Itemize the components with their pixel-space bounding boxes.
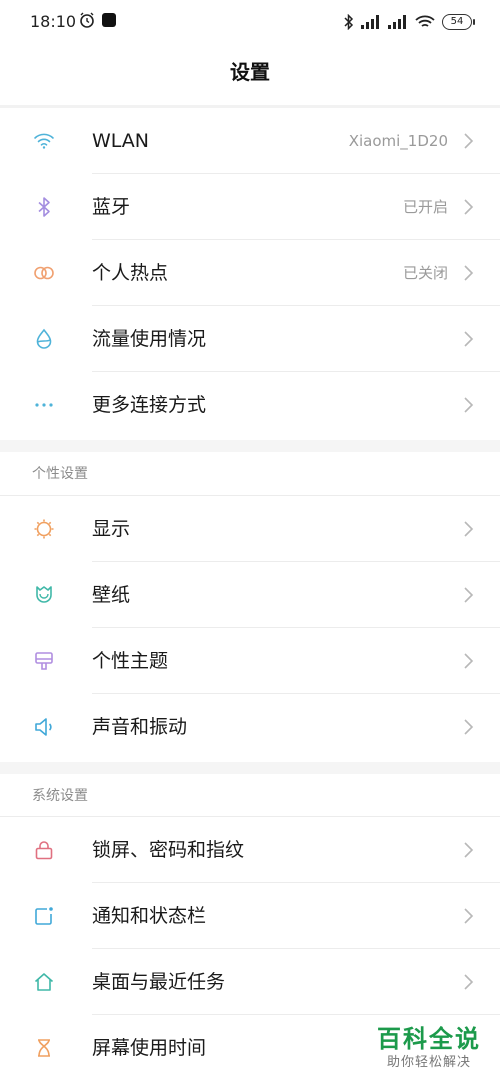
- settings-item-label: 显示: [92, 518, 131, 540]
- hotspot-icon: [34, 266, 54, 280]
- settings-item-label: 个人热点: [92, 262, 169, 284]
- chevron-right-icon: [464, 974, 474, 990]
- data-usage-icon: [36, 328, 52, 349]
- home-icon: [34, 973, 54, 991]
- settings-item-display[interactable]: 显示: [0, 496, 500, 562]
- settings-item-label: 个性主题: [92, 650, 169, 672]
- settings-item-label: 壁纸: [92, 584, 131, 606]
- status-time: 18:10: [30, 12, 77, 31]
- chevron-right-icon: [464, 331, 474, 347]
- chevron-right-icon: [464, 842, 474, 858]
- settings-item-hotspot[interactable]: 个人热点 已关闭: [0, 240, 500, 306]
- more-dots-icon: [35, 403, 53, 407]
- bluetooth-status-icon: [344, 14, 354, 30]
- settings-item-data-usage[interactable]: 流量使用情况: [0, 306, 500, 372]
- sound-icon: [35, 718, 52, 736]
- chevron-right-icon: [464, 587, 474, 603]
- settings-item-wlan[interactable]: WLAN Xiaomi_1D20: [0, 108, 500, 174]
- watermark-logo: 百科全说 助你轻松解决: [374, 1024, 484, 1072]
- chevron-right-icon: [464, 521, 474, 537]
- battery-indicator: 54: [442, 14, 475, 30]
- settings-item-label: 流量使用情况: [92, 328, 207, 350]
- settings-item-label: WLAN: [92, 130, 150, 152]
- signal-icon-2: [388, 15, 406, 29]
- settings-item-label: 通知和状态栏: [92, 905, 207, 927]
- settings-item-label: 蓝牙: [92, 196, 131, 218]
- settings-item-bluetooth[interactable]: 蓝牙 已开启: [0, 174, 500, 240]
- notification-icon: [35, 907, 53, 925]
- bluetooth-icon: [38, 197, 50, 217]
- hourglass-icon: [38, 1039, 50, 1057]
- status-bar: 18:10 54: [0, 0, 500, 44]
- alarm-icon: [80, 12, 94, 28]
- settings-item-wallpaper[interactable]: 壁纸: [0, 562, 500, 628]
- settings-item-label: 声音和振动: [92, 716, 188, 738]
- settings-item-label: 屏幕使用时间: [92, 1037, 207, 1059]
- settings-item-value: 已关闭: [402, 264, 448, 282]
- display-icon: [34, 519, 54, 539]
- page-title: 设置: [230, 60, 270, 84]
- section-header-system: 系统设置: [32, 788, 88, 804]
- watermark-subtitle: 助你轻松解决: [386, 1055, 471, 1070]
- chevron-right-icon: [464, 265, 474, 281]
- signal-icon: [361, 15, 379, 29]
- lock-icon: [35, 841, 53, 860]
- section-gap: [0, 440, 500, 452]
- chevron-right-icon: [464, 199, 474, 215]
- section-header-personal: 个性设置: [32, 466, 88, 482]
- wifi-icon: [34, 133, 54, 149]
- settings-item-home-screen[interactable]: 桌面与最近任务: [0, 949, 500, 1015]
- settings-item-label: 锁屏、密码和指纹: [92, 839, 245, 861]
- chevron-right-icon: [464, 397, 474, 413]
- settings-item-lockscreen[interactable]: 锁屏、密码和指纹: [0, 817, 500, 883]
- wallpaper-icon: [36, 586, 52, 603]
- settings-item-value: 已开启: [402, 198, 448, 216]
- section-gap: [0, 762, 500, 774]
- settings-item-label: 更多连接方式: [92, 394, 207, 416]
- settings-item-label: 桌面与最近任务: [92, 971, 226, 993]
- settings-item-notifications[interactable]: 通知和状态栏: [0, 883, 500, 949]
- settings-item-theme[interactable]: 个性主题: [0, 628, 500, 694]
- chevron-right-icon: [464, 133, 474, 149]
- chevron-right-icon: [464, 653, 474, 669]
- chevron-right-icon: [464, 908, 474, 924]
- chevron-right-icon: [464, 719, 474, 735]
- tiktok-icon: [102, 13, 116, 27]
- settings-item-more-connections[interactable]: 更多连接方式: [0, 372, 500, 438]
- settings-item-value: Xiaomi_1D20: [348, 132, 448, 150]
- wifi-status-icon: [415, 15, 435, 27]
- theme-icon: [35, 652, 53, 670]
- watermark-title: 百科全说: [377, 1025, 481, 1053]
- settings-item-sound[interactable]: 声音和振动: [0, 694, 500, 760]
